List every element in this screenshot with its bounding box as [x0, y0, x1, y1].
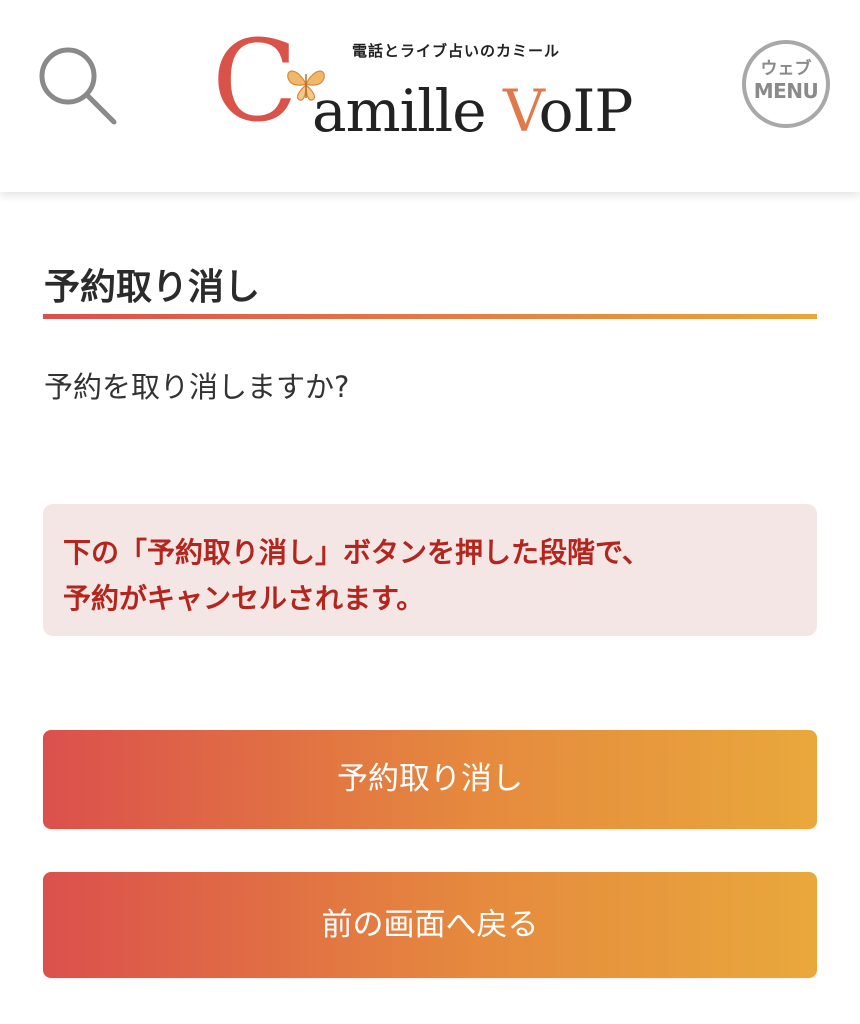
- search-button[interactable]: [30, 40, 126, 136]
- cancel-reservation-button[interactable]: 予約取り消し: [43, 730, 817, 829]
- site-header: 電話とライブ占いのカミール C amille VoIP ウェブ MENU: [0, 0, 860, 192]
- title-divider: [43, 314, 817, 319]
- logo-wordmark: amille VoIP: [312, 82, 633, 140]
- site-logo[interactable]: 電話とライブ占いのカミール C amille VoIP: [212, 26, 652, 152]
- confirmation-question: 予約を取り消しますか?: [44, 370, 350, 404]
- cancellation-notice: 下の「予約取り消し」ボタンを押した段階で、 予約がキャンセルされます。: [43, 504, 817, 636]
- page-title: 予約取り消し: [44, 267, 261, 308]
- menu-button-line1: ウェブ: [760, 59, 812, 79]
- logo-wordmark-part2: oIP: [538, 77, 634, 145]
- notice-line-1: 下の「予約取り消し」ボタンを押した段階で、: [63, 536, 650, 569]
- logo-wordmark-v: V: [503, 77, 540, 145]
- search-icon: [39, 47, 117, 125]
- notice-line-2: 予約がキャンセルされます。: [63, 582, 425, 615]
- menu-button-line2: MENU: [753, 78, 819, 103]
- back-to-previous-button[interactable]: 前の画面へ戻る: [43, 872, 817, 978]
- logo-wordmark-part1: amille: [312, 77, 503, 145]
- web-menu-button[interactable]: ウェブ MENU: [742, 40, 830, 128]
- logo-tagline: 電話とライブ占いのカミール: [352, 42, 561, 60]
